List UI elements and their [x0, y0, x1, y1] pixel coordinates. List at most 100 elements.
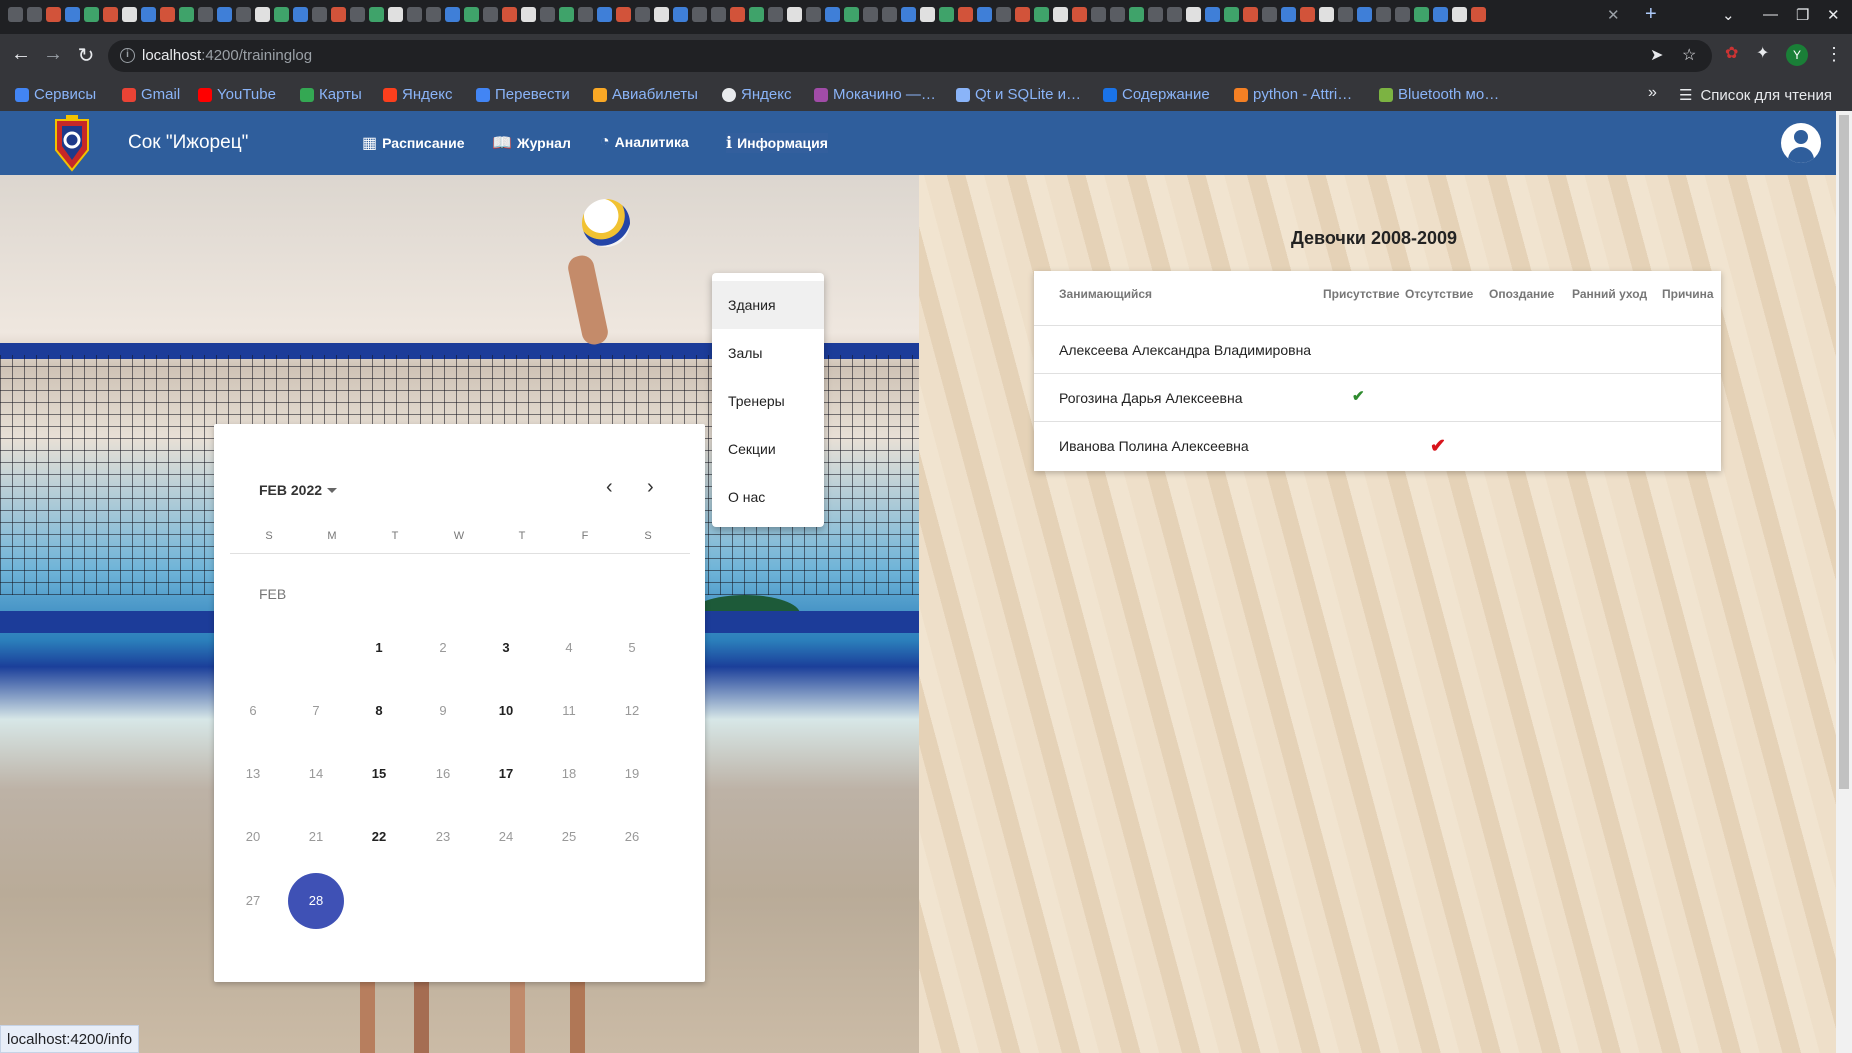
tab-favicon[interactable]: [1224, 7, 1239, 22]
calendar-day[interactable]: 18: [541, 746, 597, 802]
calendar-day-selected[interactable]: 28: [288, 873, 344, 929]
tab-favicon[interactable]: [236, 7, 251, 22]
tab-favicon[interactable]: [901, 7, 916, 22]
send-icon[interactable]: ➤: [1650, 45, 1663, 65]
tab-favicon[interactable]: [578, 7, 593, 22]
tab-favicon[interactable]: [692, 7, 707, 22]
scroll-thumb[interactable]: [1839, 115, 1849, 789]
tab-favicon[interactable]: [65, 7, 80, 22]
tab-favicon[interactable]: [1129, 7, 1144, 22]
tab-favicon[interactable]: [1281, 7, 1296, 22]
brand-title[interactable]: Сок "Ижорец": [128, 132, 248, 154]
calendar-day[interactable]: 22: [351, 809, 407, 865]
tab-favicon[interactable]: [654, 7, 669, 22]
tab-favicon[interactable]: [1186, 7, 1201, 22]
calendar-day[interactable]: 4: [541, 620, 597, 676]
tab-favicon[interactable]: [8, 7, 23, 22]
tab-favicon[interactable]: [274, 7, 289, 22]
tab-search-icon[interactable]: ⌄: [1722, 6, 1735, 24]
tab-favicon[interactable]: [844, 7, 859, 22]
tab-favicon[interactable]: [1376, 7, 1391, 22]
tab-favicon[interactable]: [939, 7, 954, 22]
calendar-day[interactable]: 10: [478, 683, 534, 739]
bookmark-item[interactable]: Сервисы: [15, 86, 96, 103]
menu-item-coaches[interactable]: Тренеры: [712, 377, 824, 425]
nav-journal[interactable]: 📖 Журнал: [492, 133, 571, 153]
tab-favicon[interactable]: [635, 7, 650, 22]
bookmark-item[interactable]: Перевести: [476, 86, 570, 103]
calendar-day[interactable]: 16: [415, 746, 471, 802]
tab-favicon[interactable]: [673, 7, 688, 22]
tab-favicon[interactable]: [464, 7, 479, 22]
tab-favicon[interactable]: [977, 7, 992, 22]
calendar-day[interactable]: 6: [225, 683, 281, 739]
nav-analytics[interactable]: ◔ Аналитика: [600, 133, 689, 151]
close-window-icon[interactable]: ✕: [1827, 6, 1840, 24]
tab-favicon[interactable]: [1053, 7, 1068, 22]
present-check-icon[interactable]: ✔: [1352, 387, 1365, 405]
calendar-day[interactable]: 9: [415, 683, 471, 739]
bookmark-item[interactable]: Содержание: [1103, 86, 1210, 103]
tab-favicon[interactable]: [445, 7, 460, 22]
tab-favicon[interactable]: [1452, 7, 1467, 22]
tab-favicon[interactable]: [787, 7, 802, 22]
close-tab-icon[interactable]: ✕: [1607, 6, 1620, 24]
calendar-day[interactable]: 20: [225, 809, 281, 865]
tab-favicon[interactable]: [749, 7, 764, 22]
menu-item-sections[interactable]: Секции: [712, 425, 824, 473]
calendar-day[interactable]: 21: [288, 809, 344, 865]
calendar-day[interactable]: 13: [225, 746, 281, 802]
table-row[interactable]: Рогозина Дарья Алексеевна ✔: [1034, 373, 1721, 421]
calendar-day[interactable]: 12: [604, 683, 660, 739]
tab-favicon[interactable]: [616, 7, 631, 22]
bookmark-item[interactable]: Gmail: [122, 86, 180, 103]
tab-favicon[interactable]: [1034, 7, 1049, 22]
bookmark-item[interactable]: Bluetooth мо…: [1379, 86, 1499, 103]
tab-favicon[interactable]: [217, 7, 232, 22]
calendar-day[interactable]: 26: [604, 809, 660, 865]
profile-avatar[interactable]: Y: [1786, 44, 1808, 66]
tab-favicon[interactable]: [863, 7, 878, 22]
calendar-day[interactable]: 1: [351, 620, 407, 676]
bookmark-item[interactable]: Яндекс: [722, 86, 791, 103]
tab-favicon[interactable]: [1015, 7, 1030, 22]
tab-favicon[interactable]: [84, 7, 99, 22]
tab-favicon[interactable]: [502, 7, 517, 22]
calendar-day[interactable]: 24: [478, 809, 534, 865]
tab-favicon[interactable]: [1091, 7, 1106, 22]
tab-favicon[interactable]: [559, 7, 574, 22]
bookmark-item[interactable]: Яндекс: [383, 86, 452, 103]
tab-favicon[interactable]: [806, 7, 821, 22]
more-bookmarks-icon[interactable]: »: [1648, 84, 1657, 102]
site-info-icon[interactable]: i: [120, 48, 135, 63]
menu-item-buildings[interactable]: Здания: [712, 281, 824, 329]
address-bar[interactable]: i localhost:4200/traininglog ➤ ☆: [108, 40, 1712, 72]
tab-favicon[interactable]: [369, 7, 384, 22]
tab-favicon[interactable]: [540, 7, 555, 22]
calendar-day[interactable]: 23: [415, 809, 471, 865]
extension-icon[interactable]: ✿: [1725, 43, 1738, 63]
tab-favicon[interactable]: [103, 7, 118, 22]
tab-favicon[interactable]: [1338, 7, 1353, 22]
tab-favicon[interactable]: [1148, 7, 1163, 22]
url-text[interactable]: localhost:4200/traininglog: [142, 47, 312, 64]
calendar-day[interactable]: 8: [351, 683, 407, 739]
calendar-day[interactable]: 11: [541, 683, 597, 739]
calendar-day[interactable]: 5: [604, 620, 660, 676]
calendar-day[interactable]: 2: [415, 620, 471, 676]
next-month-icon[interactable]: ›: [647, 476, 654, 499]
bookmark-item[interactable]: Карты: [300, 86, 362, 103]
tab-favicon[interactable]: [426, 7, 441, 22]
bookmark-item[interactable]: python - Attri…: [1234, 86, 1352, 103]
tab-favicon[interactable]: [882, 7, 897, 22]
bookmark-item[interactable]: YouTube: [198, 86, 276, 103]
forward-icon[interactable]: →: [40, 43, 66, 66]
page-scrollbar[interactable]: [1836, 111, 1852, 1053]
tab-favicon[interactable]: [312, 7, 327, 22]
tab-favicon[interactable]: [122, 7, 137, 22]
calendar-day[interactable]: 7: [288, 683, 344, 739]
bookmark-item[interactable]: Qt и SQLite и…: [956, 86, 1081, 103]
nav-schedule[interactable]: ▦ Расписание: [362, 133, 465, 153]
restore-icon[interactable]: ❐: [1796, 6, 1809, 24]
table-row[interactable]: Иванова Полина Алексеевна ✔: [1034, 421, 1721, 469]
